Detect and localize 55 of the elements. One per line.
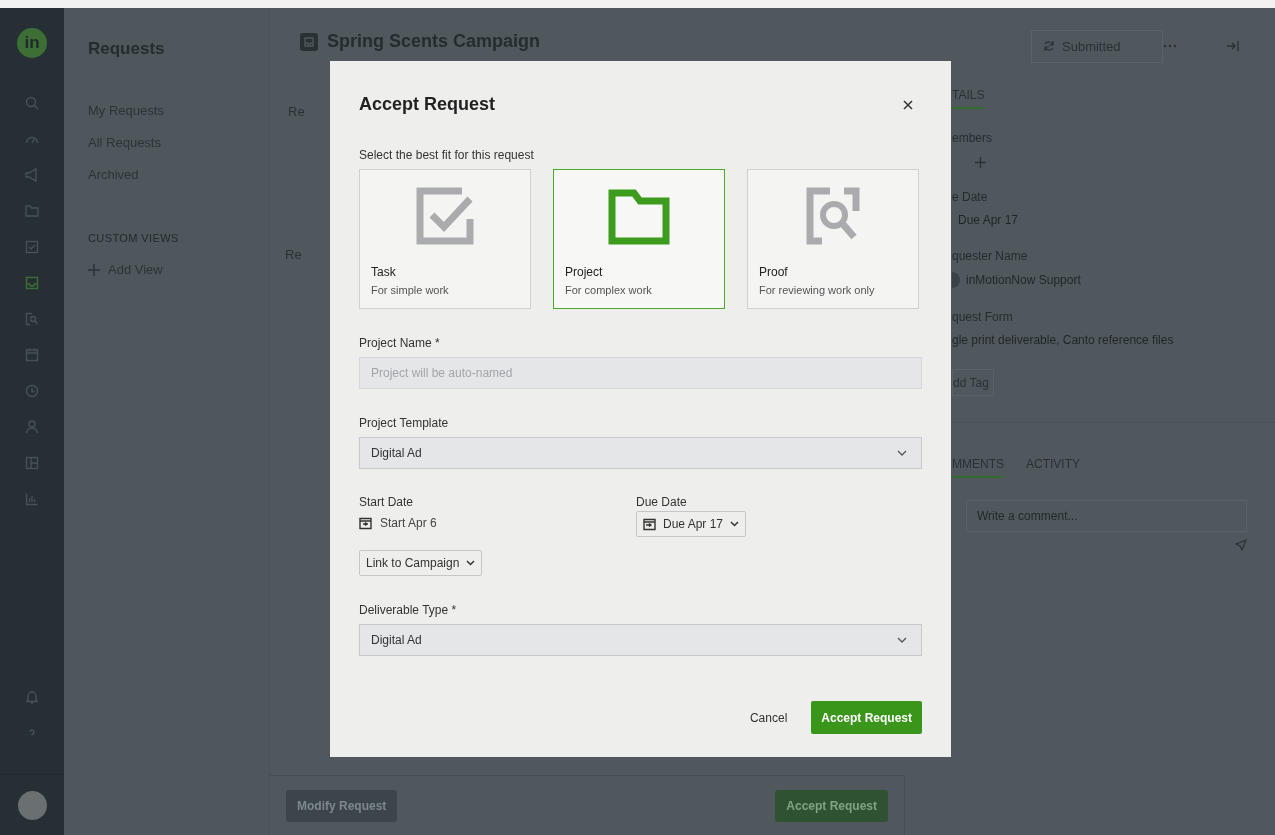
accept-request-button[interactable]: Accept Request	[775, 789, 888, 822]
search-icon[interactable]	[24, 95, 40, 111]
inbox-icon	[300, 32, 318, 51]
option-label: Project	[565, 265, 604, 279]
more-icon[interactable]	[1163, 44, 1177, 48]
chevron-down-icon	[897, 637, 907, 643]
deliverable-type-select[interactable]: Digital Ad	[359, 624, 922, 656]
collapse-panel-icon[interactable]	[1227, 40, 1239, 52]
field-label: Project Name *	[359, 336, 441, 350]
project-name-field[interactable]: Project will be auto-named	[359, 357, 922, 389]
folder-icon[interactable]	[24, 203, 40, 219]
dialog-title: Accept Request	[359, 94, 496, 115]
option-card[interactable]: Project For complex work	[553, 169, 725, 309]
due-date-button[interactable]: Due Apr 17	[636, 511, 747, 537]
option-description: For complex work	[565, 284, 653, 296]
calendar-icon[interactable]	[24, 347, 40, 363]
option-description: For reviewing work only	[759, 284, 876, 296]
megaphone-icon[interactable]	[24, 167, 40, 183]
refresh-icon	[1042, 39, 1056, 53]
project-template-select[interactable]: Digital Ad	[359, 437, 922, 469]
chart-icon[interactable]	[24, 491, 40, 507]
clock-icon[interactable]	[24, 383, 40, 399]
accept-request-button[interactable]: Accept Request	[811, 701, 922, 734]
option-label: Task	[371, 265, 397, 279]
calendar-start-icon	[359, 516, 372, 530]
layout-icon[interactable]	[24, 455, 40, 471]
chevron-down-icon	[466, 560, 476, 566]
person-icon[interactable]	[24, 419, 40, 435]
cancel-button[interactable]: Cancel	[743, 709, 794, 726]
user-avatar[interactable]	[17, 790, 47, 820]
bell-icon[interactable]	[24, 689, 40, 705]
option-label: Proof	[759, 265, 789, 279]
link-to-campaign-button[interactable]: Link to Campaign	[359, 550, 483, 576]
chevron-down-icon	[730, 521, 740, 527]
option-card[interactable]: Proof For reviewing work only	[747, 169, 919, 309]
inbox-icon[interactable]	[24, 275, 40, 291]
field-label: Start Date	[359, 495, 415, 509]
calendar-end-icon	[643, 517, 656, 531]
proof-icon[interactable]	[24, 311, 40, 327]
modify-request-button[interactable]: Modify Request	[286, 789, 398, 822]
task-icon[interactable]	[24, 239, 40, 255]
field-label: Due Date	[636, 495, 688, 509]
start-date-value: Start Apr 6	[380, 516, 437, 530]
close-icon[interactable]	[903, 99, 913, 110]
field-label: Project Template	[359, 416, 450, 430]
avatar	[952, 272, 960, 288]
option-description: For simple work	[371, 284, 450, 296]
send-icon[interactable]	[1235, 539, 1247, 551]
app-logo[interactable]: in	[17, 28, 47, 58]
dialog-prompt: Select the best fit for this request	[359, 148, 535, 162]
field-label: Deliverable Type *	[359, 603, 458, 617]
plus-icon	[88, 263, 100, 276]
chevron-down-icon	[897, 450, 907, 456]
option-card[interactable]: Task For simple work	[359, 169, 531, 309]
add-member-icon[interactable]	[975, 157, 986, 168]
